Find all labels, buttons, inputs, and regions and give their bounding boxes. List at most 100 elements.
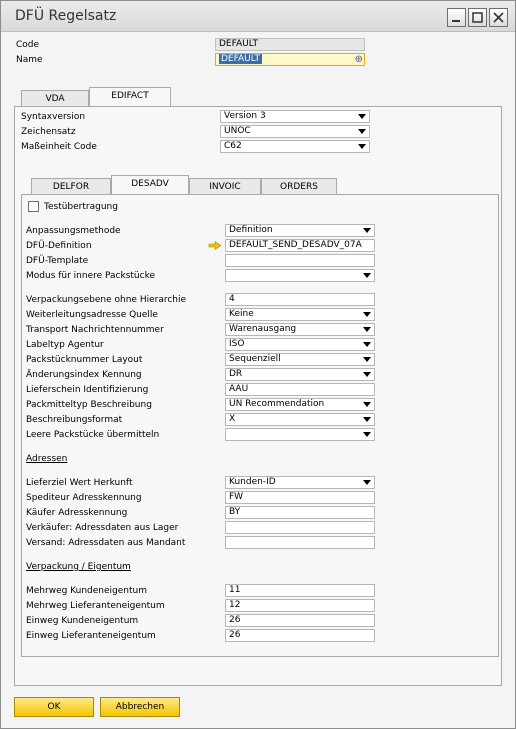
delivery-note-id-field[interactable]: AAU	[225, 383, 375, 396]
window-title: DFÜ Regelsatz	[15, 8, 117, 24]
tab-invoic[interactable]: INVOIC	[189, 178, 261, 195]
adjust-method-select[interactable]: Definition	[225, 224, 375, 237]
transport-number-select[interactable]: Warenausgang	[225, 323, 375, 336]
package-number-layout-label: Packstücknummer Layout	[26, 355, 143, 365]
test-checkbox[interactable]	[28, 201, 39, 212]
delivery-target-value: Kunden-ID	[229, 477, 276, 487]
forward-address-value: Keine	[229, 309, 254, 319]
cancel-button[interactable]: Abbrechen	[100, 697, 180, 717]
maximize-icon	[472, 12, 483, 23]
delivery-note-id-label: Lieferschein Identifizierung	[26, 385, 149, 395]
oneway-customer-field[interactable]: 26	[225, 614, 375, 627]
carrier-id-label: Spediteur Adresskennung	[26, 493, 142, 503]
packaging-heading: Verpackung / Eigentum	[26, 562, 131, 572]
tab-orders[interactable]: ORDERS	[261, 178, 337, 195]
chevron-down-icon	[358, 129, 366, 134]
edi-template-label: DFÜ-Template	[26, 256, 89, 266]
chevron-down-icon	[363, 372, 371, 377]
code-field[interactable]: DEFAULT	[215, 38, 365, 51]
unit-value: C62	[224, 141, 242, 151]
label-agency-label: Labeltyp Agentur	[26, 340, 104, 350]
reusable-supplier-label: Mehrweg Lieferanteneigentum	[26, 601, 165, 611]
oneway-supplier-field[interactable]: 26	[225, 629, 375, 642]
change-index-select[interactable]: DR	[225, 368, 375, 381]
tab-edifact[interactable]: EDIFACT	[89, 87, 171, 107]
chevron-down-icon	[363, 480, 371, 485]
test-label: Testübertragung	[44, 202, 118, 212]
tab-desadv[interactable]: DESADV	[111, 175, 189, 195]
packaging-level-label: Verpackungsebene ohne Hierarchie	[26, 295, 187, 305]
oneway-customer-label: Einweg Kundeneigentum	[26, 616, 139, 626]
desc-format-value: X	[229, 414, 236, 424]
adjust-method-value: Definition	[229, 225, 273, 235]
charset-select[interactable]: UNOC	[220, 125, 370, 138]
chevron-down-icon	[363, 228, 371, 233]
unit-label: Maßeinheit Code	[21, 142, 97, 152]
forward-address-select[interactable]: Keine	[225, 308, 375, 321]
title-bar: DFÜ Regelsatz	[1, 1, 515, 32]
label-agency-value: ISO	[229, 339, 245, 349]
oneway-supplier-label: Einweg Lieferanteneigentum	[26, 631, 156, 641]
charset-value: UNOC	[224, 126, 251, 136]
tab-vda[interactable]: VDA	[21, 90, 89, 107]
package-number-layout-select[interactable]: Sequenziell	[225, 353, 375, 366]
reusable-customer-label: Mehrweg Kundeneigentum	[26, 586, 147, 596]
empty-packages-label: Leere Packstücke übermitteln	[26, 430, 160, 440]
shipping-address-label: Versand: Adressdaten aus Mandant	[26, 538, 186, 548]
empty-packages-select[interactable]	[225, 428, 375, 441]
tab-delfor[interactable]: DELFOR	[31, 178, 111, 195]
chevron-down-icon	[363, 327, 371, 332]
delivery-target-label: Lieferziel Wert Herkunft	[26, 478, 133, 488]
minimize-button[interactable]	[447, 8, 466, 27]
package-type-desc-label: Packmitteltyp Beschreibung	[26, 400, 152, 410]
adjust-method-label: Anpassungsmethode	[26, 226, 121, 236]
reusable-customer-field[interactable]: 11	[225, 584, 375, 597]
edi-template-field[interactable]	[225, 254, 375, 267]
chevron-down-icon	[358, 144, 366, 149]
transport-number-value: Warenausgang	[229, 324, 297, 334]
chevron-down-icon	[363, 312, 371, 317]
packaging-level-field[interactable]: 4	[225, 293, 375, 306]
label-agency-select[interactable]: ISO	[225, 338, 375, 351]
desc-format-select[interactable]: X	[225, 413, 375, 426]
code-label: Code	[16, 40, 40, 50]
seller-address-label: Verkäufer: Adressdaten aus Lager	[26, 523, 179, 533]
buyer-id-label: Käufer Adresskennung	[26, 508, 128, 518]
name-label: Name	[16, 55, 43, 65]
syntax-label: Syntaxversion	[21, 112, 86, 122]
addresses-heading: Adressen	[26, 454, 68, 464]
link-arrow-icon[interactable]	[208, 241, 222, 250]
close-button[interactable]	[489, 8, 508, 27]
inner-package-mode-select[interactable]	[225, 269, 375, 282]
charset-label: Zeichensatz	[21, 127, 76, 137]
edi-definition-field[interactable]: DEFAULT_SEND_DESADV_07A	[225, 239, 375, 252]
buyer-id-field[interactable]: BY	[225, 506, 375, 519]
seller-address-field[interactable]	[225, 521, 375, 534]
forward-address-label: Weiterleitungsadresse Quelle	[26, 310, 158, 320]
package-type-desc-value: UN Recommendation	[229, 399, 325, 409]
reusable-supplier-field[interactable]: 12	[225, 599, 375, 612]
shipping-address-field[interactable]	[225, 536, 375, 549]
ok-button[interactable]: OK	[14, 697, 94, 717]
chevron-down-icon	[358, 114, 366, 119]
unit-select[interactable]: C62	[220, 140, 370, 153]
name-field[interactable]: DEFAULT ⊕	[215, 53, 365, 66]
translate-icon[interactable]: ⊕	[355, 54, 363, 65]
chevron-down-icon	[363, 357, 371, 362]
change-index-value: DR	[229, 369, 243, 379]
package-type-desc-select[interactable]: UN Recommendation	[225, 398, 375, 411]
syntax-select[interactable]: Version 3	[220, 110, 370, 123]
package-number-layout-value: Sequenziell	[229, 354, 281, 364]
minimize-icon	[452, 20, 460, 22]
desc-format-label: Beschreibungsformat	[26, 415, 123, 425]
maximize-button[interactable]	[468, 8, 487, 27]
edi-definition-label: DFÜ-Definition	[26, 241, 92, 251]
change-index-label: Änderungsindex Kennung	[26, 370, 142, 380]
chevron-down-icon	[363, 273, 371, 278]
delivery-target-select[interactable]: Kunden-ID	[225, 476, 375, 489]
transport-number-label: Transport Nachrichtennummer	[26, 325, 164, 335]
syntax-value: Version 3	[224, 111, 266, 121]
name-value: DEFAULT	[219, 54, 262, 64]
carrier-id-field[interactable]: FW	[225, 491, 375, 504]
close-icon	[493, 12, 504, 23]
